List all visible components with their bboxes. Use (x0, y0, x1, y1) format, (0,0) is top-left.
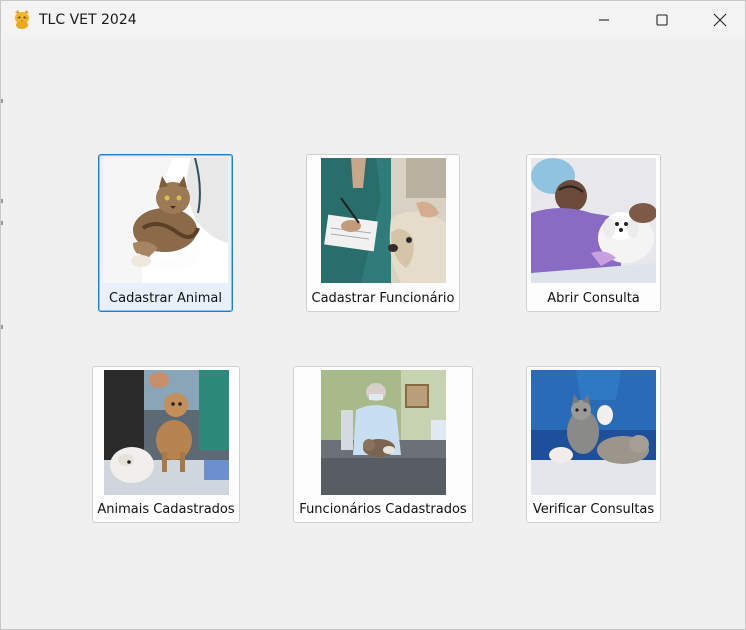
minimize-button[interactable] (575, 1, 633, 39)
cadastrar-funcionario-button[interactable]: Cadastrar Funcionário (306, 154, 460, 312)
cat-app-icon (12, 9, 32, 29)
maximize-icon (656, 14, 668, 26)
vet-clinic-cat-exam-photo (321, 370, 446, 495)
edge-artifact (1, 221, 3, 225)
maximize-button[interactable] (633, 1, 691, 39)
vet-holding-cat-photo (103, 158, 228, 283)
main-content: Cadastrar Animal Cadastrar Funcionário A… (1, 39, 745, 629)
tile-label: Animais Cadastrados (97, 502, 235, 517)
close-icon (713, 13, 727, 27)
animais-cadastrados-button[interactable]: Animais Cadastrados (92, 366, 240, 523)
tile-label: Cadastrar Funcionário (311, 291, 455, 306)
vet-examining-white-dog-photo (531, 158, 656, 283)
tile-label: Verificar Consultas (532, 502, 655, 517)
close-button[interactable] (691, 1, 746, 39)
vet-writing-with-dog-photo (321, 158, 446, 283)
tile-label: Cadastrar Animal (109, 291, 222, 306)
title-bar[interactable]: TLC VET 2024 (1, 1, 745, 39)
minimize-icon (599, 19, 609, 21)
app-window: TLC VET 2024 Cadastrar Animal Cadastrar … (0, 0, 746, 630)
edge-artifact (1, 199, 3, 203)
edge-artifact (1, 99, 3, 103)
edge-artifact (1, 325, 3, 329)
tile-label: Funcionários Cadastrados (299, 502, 467, 517)
funcionarios-cadastrados-button[interactable]: Funcionários Cadastrados (293, 366, 473, 523)
vets-with-poodle-and-dogs-photo (104, 370, 229, 495)
window-title: TLC VET 2024 (39, 12, 137, 28)
vet-examining-cats-photo (531, 370, 656, 495)
cadastrar-animal-button[interactable]: Cadastrar Animal (98, 154, 233, 312)
abrir-consulta-button[interactable]: Abrir Consulta (526, 154, 661, 312)
tile-label: Abrir Consulta (547, 291, 640, 306)
verificar-consultas-button[interactable]: Verificar Consultas (526, 366, 661, 523)
